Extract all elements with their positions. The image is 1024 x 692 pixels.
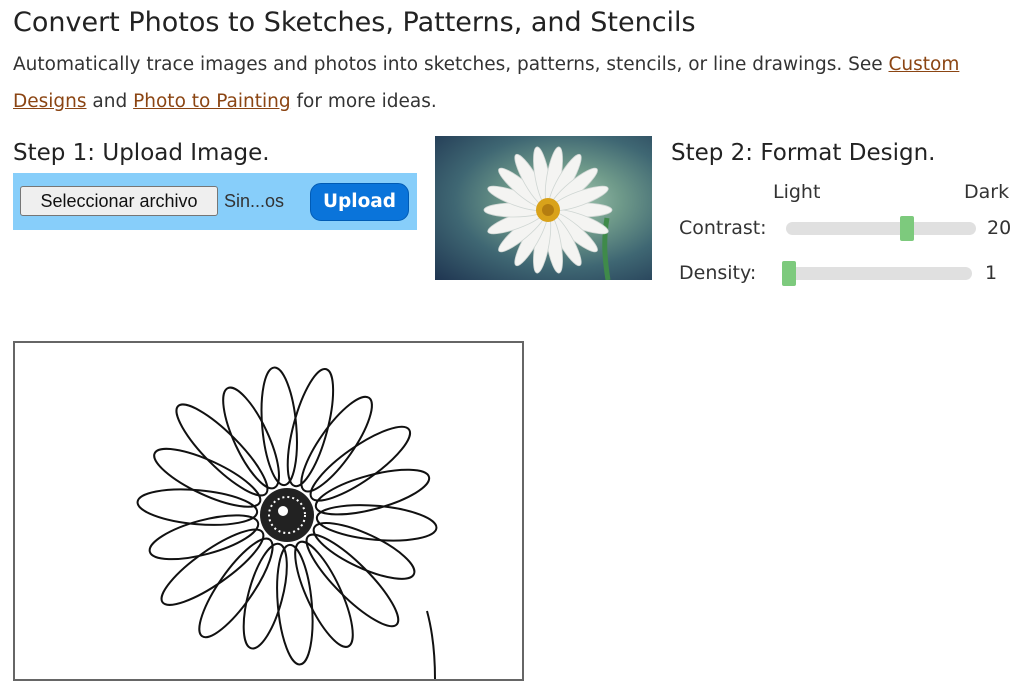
dark-label: Dark bbox=[964, 181, 1010, 203]
intro-and-text: and bbox=[92, 91, 128, 112]
contrast-slider[interactable] bbox=[786, 216, 976, 241]
preview-image bbox=[435, 136, 652, 280]
photo-to-painting-link[interactable]: Photo to Painting bbox=[133, 91, 291, 112]
contrast-label: Contrast: bbox=[679, 217, 767, 239]
density-slider-thumb[interactable] bbox=[782, 261, 796, 286]
step2-heading: Step 2: Format Design. bbox=[671, 140, 936, 166]
intro-text: Automatically trace images and photos in… bbox=[13, 54, 883, 75]
light-label: Light bbox=[773, 181, 821, 203]
choose-file-button[interactable]: Seleccionar archivo bbox=[20, 186, 218, 216]
intro-more-text: for more ideas. bbox=[296, 91, 437, 112]
step1-heading: Step 1: Upload Image. bbox=[13, 140, 270, 166]
page-title: Convert Photos to Sketches, Patterns, an… bbox=[13, 7, 696, 38]
daisy-line-drawing-image bbox=[136, 366, 438, 679]
density-slider[interactable] bbox=[782, 261, 972, 286]
sketch-output bbox=[13, 341, 524, 681]
density-value: 1 bbox=[985, 262, 998, 284]
file-status-text: Sin...os bbox=[224, 191, 285, 211]
daisy-photo-image bbox=[483, 146, 613, 280]
contrast-value: 20 bbox=[987, 217, 1012, 239]
intro-paragraph: Automatically trace images and photos in… bbox=[13, 46, 1013, 120]
upload-bar: Seleccionar archivo Sin...os Upload bbox=[13, 173, 417, 230]
contrast-slider-thumb[interactable] bbox=[900, 216, 915, 241]
density-label: Density: bbox=[679, 262, 757, 284]
upload-button[interactable]: Upload bbox=[310, 183, 409, 221]
